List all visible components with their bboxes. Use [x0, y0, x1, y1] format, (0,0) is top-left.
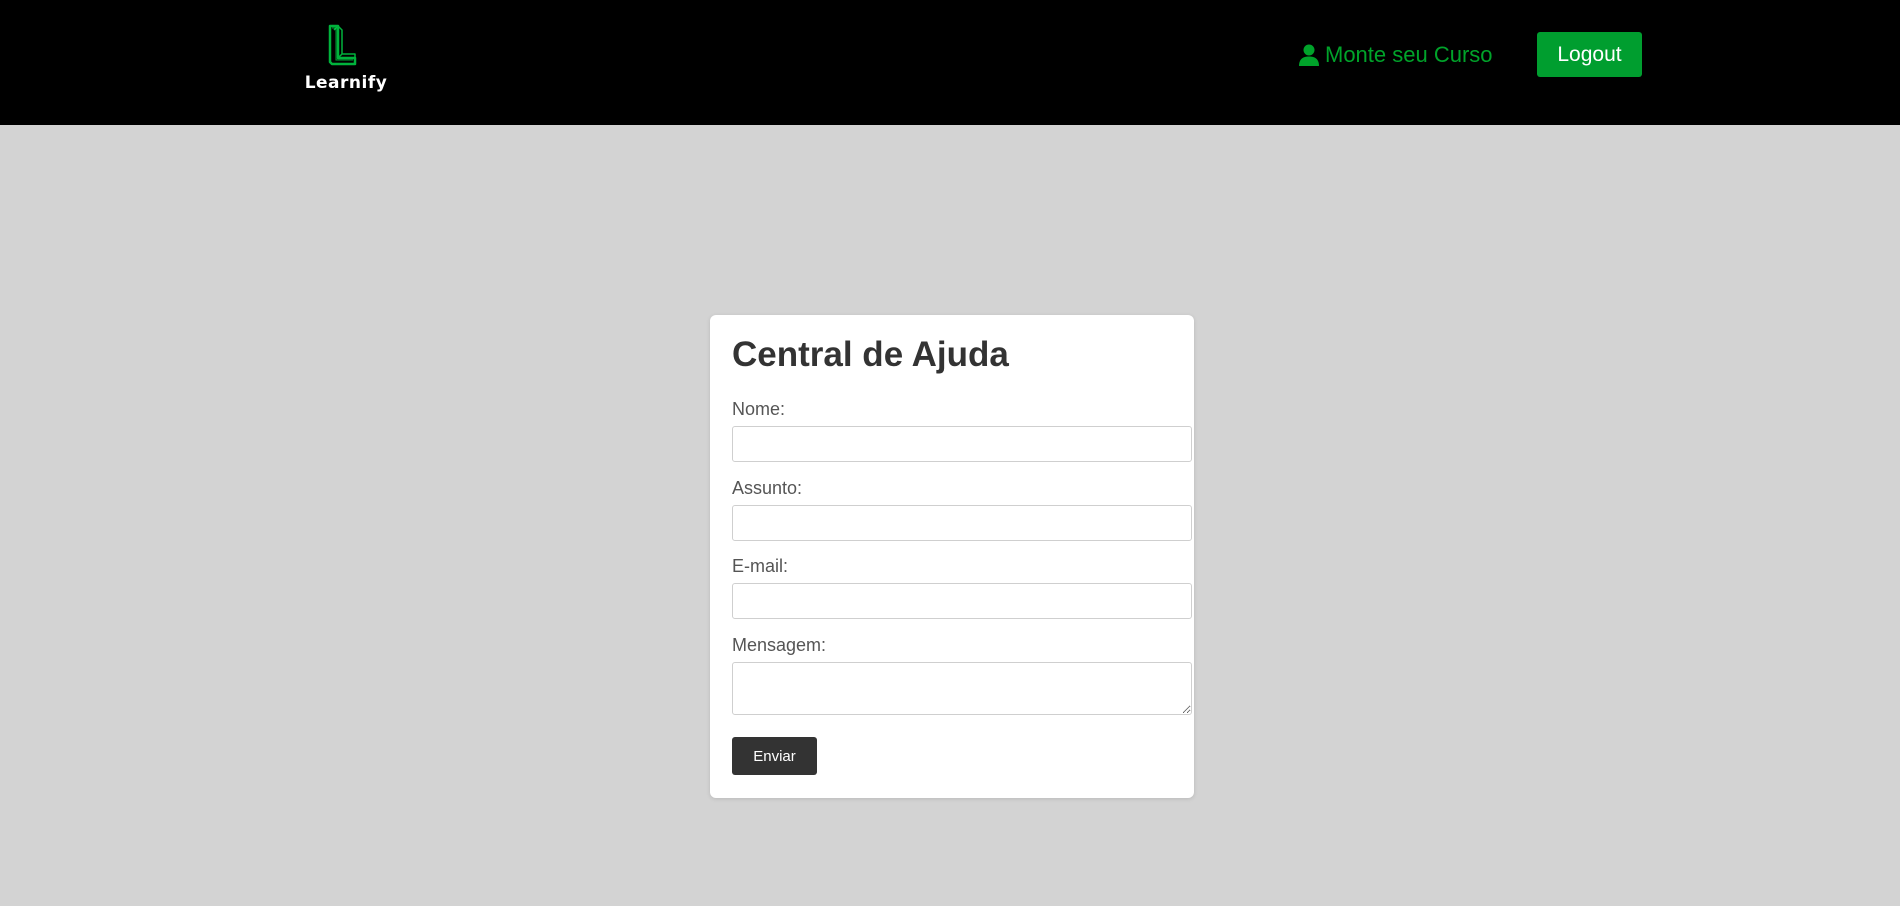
name-field[interactable]: [732, 426, 1192, 462]
send-button[interactable]: Enviar: [732, 737, 817, 775]
message-field[interactable]: [732, 662, 1192, 715]
page-title: Central de Ajuda: [732, 335, 1009, 374]
top-navbar: Learnify Monte seu Curso Logout: [0, 0, 1900, 125]
brand-name: Learnify: [304, 73, 388, 93]
subject-label: Assunto:: [732, 478, 803, 498]
logout-button[interactable]: Logout: [1537, 32, 1642, 77]
learnify-logo-icon: [328, 24, 357, 66]
user-icon: [1299, 44, 1319, 66]
subject-field[interactable]: [732, 505, 1192, 541]
email-field[interactable]: [732, 583, 1192, 619]
name-label: Nome:: [732, 399, 786, 419]
help-center-card: Central de Ajuda Nome: Assunto: E-mail: …: [710, 315, 1194, 798]
nav-link-label: Monte seu Curso: [1325, 42, 1493, 67]
email-label: E-mail:: [732, 556, 789, 576]
message-label: Mensagem:: [732, 635, 827, 655]
monte-seu-curso-link[interactable]: Monte seu Curso: [1299, 40, 1493, 70]
learnify-logo[interactable]: Learnify: [303, 24, 389, 96]
